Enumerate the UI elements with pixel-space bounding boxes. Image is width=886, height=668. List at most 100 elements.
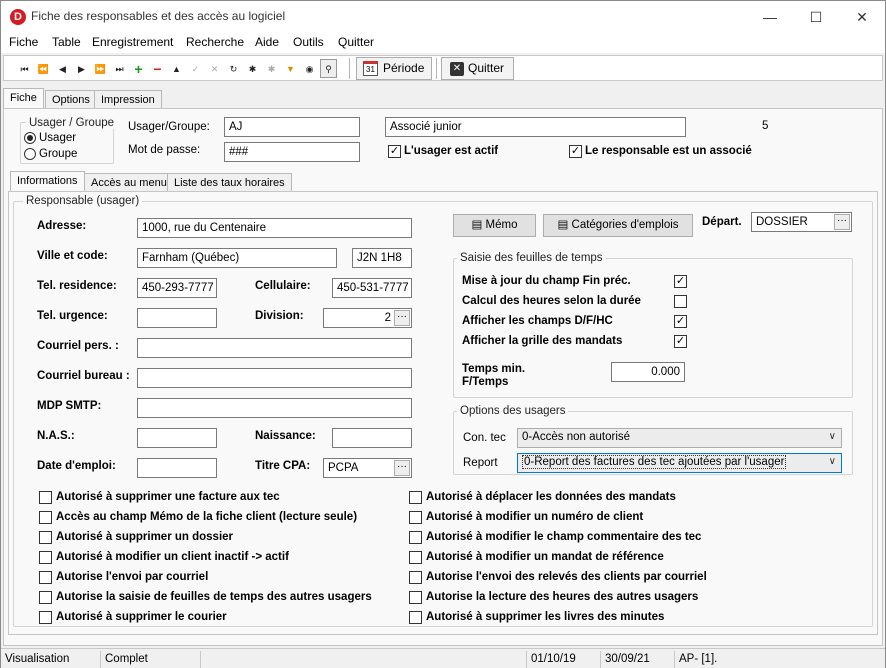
status-empty [201,651,527,668]
perm-right-checkbox[interactable] [409,611,422,624]
report-select[interactable]: 0-Report des factures des tec ajoutées p… [517,453,842,473]
last-record-icon[interactable]: ⏭ [111,59,128,78]
perm-left-checkbox[interactable] [39,531,52,544]
tab-fiche[interactable]: Fiche [3,88,44,109]
cellulaire-input[interactable]: 450-531-7777 [332,278,412,298]
perm-left-label: Autorise l'envoi par courriel [56,571,209,583]
options-usagers-title: Options des usagers [457,405,569,417]
perm-left-checkbox[interactable] [39,591,52,604]
asterisk-icon[interactable]: ✱ [244,59,261,78]
previous-record-icon[interactable]: ◀ [54,59,71,78]
saisie-item-checkbox[interactable]: ✓ [674,275,687,288]
close-icon: ✕ [450,62,464,76]
search-icon[interactable]: ⚲ [320,59,337,78]
titre-cpa-lookup-button[interactable]: ··· [394,460,410,476]
filter-icon[interactable]: ▼ [282,59,299,78]
depart-lookup-button[interactable]: ··· [834,214,850,230]
perm-right-checkbox[interactable] [409,551,422,564]
periode-button[interactable]: 31 Période [356,57,432,80]
minimize-button[interactable]: — [747,1,793,33]
naissance-input[interactable] [332,428,412,448]
radio-groupe[interactable] [24,148,36,160]
division-input[interactable]: 2 ··· [323,308,412,328]
mdp-smtp-input[interactable] [137,398,412,418]
perm-left-checkbox[interactable] [39,491,52,504]
tel-residence-input[interactable]: 450-293-7777 [137,278,217,298]
memo-label: Mémo [485,219,518,231]
saisie-item-checkbox[interactable]: ✓ [674,335,687,348]
temps-min-input[interactable]: 0.000 [611,362,685,382]
cancel-icon[interactable]: ✕ [206,59,223,78]
titre-cpa-input[interactable]: PCPA ··· [323,458,412,478]
perm-right-checkbox[interactable] [409,591,422,604]
depart-label: Départ. [702,216,742,228]
status-state: Complet [101,651,201,668]
binoculars-icon[interactable]: ◉ [301,59,318,78]
perm-left-checkbox[interactable] [39,611,52,624]
up-icon[interactable]: ▲ [168,59,185,78]
perm-right-checkbox[interactable] [409,511,422,524]
code-postal-input[interactable]: J2N 1H8 [352,248,412,268]
tab-taux-horaires[interactable]: Liste des taux horaires [167,173,292,192]
first-record-icon[interactable]: ⏮ [16,59,33,78]
quitter-button[interactable]: ✕ Quitter [441,57,514,80]
tab-impression[interactable]: Impression [94,90,162,109]
nas-label: N.A.S.: [37,430,75,442]
associe-checkbox[interactable]: ✓ [569,145,582,158]
nas-input[interactable] [137,428,217,448]
adresse-label: Adresse: [37,220,87,232]
delete-icon[interactable]: − [149,59,166,78]
maximize-button[interactable]: ☐ [793,1,839,33]
radio-usager[interactable] [24,132,36,144]
saisie-item-checkbox[interactable]: ✓ [674,315,687,328]
menu-fiche[interactable]: Fiche [9,35,38,49]
perm-right-checkbox[interactable] [409,491,422,504]
password-input[interactable]: ### [224,142,360,162]
courriel-pers-label: Courriel pers. : [37,340,119,352]
menu-table[interactable]: Table [52,35,81,49]
refresh-icon[interactable]: ↻ [225,59,242,78]
menu-quitter[interactable]: Quitter [338,35,374,49]
adresse-input[interactable]: 1000, rue du Centenaire [137,218,412,238]
previous-page-icon[interactable]: ⏪ [35,59,52,78]
menu-aide[interactable]: Aide [255,35,279,49]
next-page-icon[interactable]: ⏩ [92,59,109,78]
ville-input[interactable]: Farnham (Québec) [137,248,337,268]
title-bar: D Fiche des responsables et des accès au… [1,1,885,33]
saisie-item-checkbox[interactable] [674,295,687,308]
perm-left-checkbox[interactable] [39,571,52,584]
perm-right-checkbox[interactable] [409,571,422,584]
tel-residence-label: Tel. residence: [37,280,117,292]
tab-informations[interactable]: Informations [10,171,85,192]
tab-acces-menu[interactable]: Accès au menu [84,173,174,192]
depart-input[interactable]: DOSSIER ··· [751,212,852,232]
division-lookup-button[interactable]: ··· [394,310,410,326]
description-input[interactable]: Associé junior [385,117,686,137]
confirm-icon[interactable]: ✓ [187,59,204,78]
toolbar: ⏮ ⏪ ◀ ▶ ⏩ ⏭ + − ▲ ✓ ✕ ↻ ✱ ✱ ▼ ◉ ⚲ 31 Pér… [3,55,883,81]
con-tec-select[interactable]: 0-Accès non autorisé ∨ [517,428,842,448]
app-logo-icon: D [10,9,26,25]
courriel-bureau-input[interactable] [137,368,412,388]
tab-options[interactable]: Options [45,90,97,109]
perm-left-checkbox[interactable] [39,511,52,524]
chevron-down-icon: ∨ [828,431,836,442]
menu-recherche[interactable]: Recherche [186,35,244,49]
perm-left-checkbox[interactable] [39,551,52,564]
memo-button[interactable]: ▤ Mémo [453,214,536,237]
menu-enregistrement[interactable]: Enregistrement [92,35,173,49]
usager-input[interactable]: AJ [224,117,360,137]
next-record-icon[interactable]: ▶ [73,59,90,78]
date-emploi-input[interactable] [137,458,217,478]
close-button[interactable]: ✕ [839,1,885,33]
informations-panel: Responsable (usager) Adresse: 1000, rue … [8,191,878,635]
usager-actif-checkbox[interactable]: ✓ [388,145,401,158]
courriel-pers-input[interactable] [137,338,412,358]
menu-outils[interactable]: Outils [293,35,324,49]
tel-urgence-input[interactable] [137,308,217,328]
perm-right-checkbox[interactable] [409,531,422,544]
categories-button[interactable]: ▤ Catégories d'emplois [543,214,693,237]
naissance-label: Naissance: [255,430,316,442]
clear-filter-icon[interactable]: ✱ [263,59,280,78]
add-icon[interactable]: + [130,59,147,78]
